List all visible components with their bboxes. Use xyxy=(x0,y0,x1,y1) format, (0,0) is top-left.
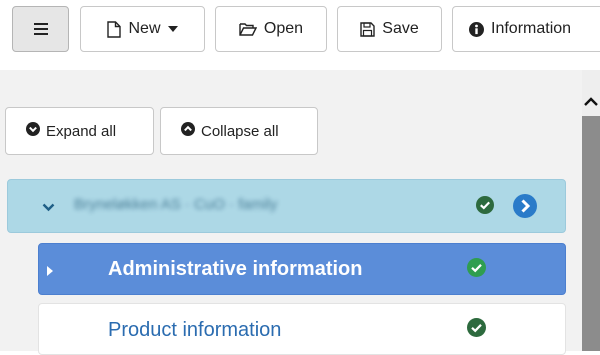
check-circle-icon xyxy=(467,258,486,281)
chevron-circle-down-icon xyxy=(26,122,40,140)
chevron-circle-up-icon xyxy=(181,122,195,140)
tree-root-name: Bryneløkken AS · CuO · family xyxy=(74,196,278,213)
collapse-all-button[interactable]: Collapse all xyxy=(160,107,318,155)
scrollbar-thumb[interactable] xyxy=(582,116,600,351)
tree-item-product-information[interactable]: Product information xyxy=(38,303,566,355)
new-button[interactable]: New xyxy=(80,6,205,52)
save-button[interactable]: Save xyxy=(337,6,442,52)
check-circle-icon xyxy=(467,318,486,341)
chevron-circle-right-icon[interactable] xyxy=(513,194,537,222)
chevron-down-icon[interactable] xyxy=(42,199,55,216)
new-button-label: New xyxy=(128,20,161,37)
open-button-label: Open xyxy=(263,20,304,37)
information-button[interactable]: Information xyxy=(452,6,600,52)
folder-open-icon xyxy=(239,22,257,36)
toolbar: New Open Save Information xyxy=(0,0,600,70)
caret-down-icon xyxy=(167,26,178,32)
information-button-label: Information xyxy=(491,20,572,37)
caret-right-icon[interactable] xyxy=(47,263,53,280)
info-circle-icon xyxy=(469,21,484,37)
tree-item-administrative-information[interactable]: Administrative information xyxy=(38,243,566,295)
check-circle-icon xyxy=(476,196,494,218)
tree-item-label[interactable]: Product information xyxy=(108,319,281,342)
menu-button[interactable] xyxy=(12,6,69,52)
hamburger-icon xyxy=(33,23,48,35)
tree-item-label: Administrative information xyxy=(108,258,363,280)
vertical-scrollbar[interactable] xyxy=(582,70,600,351)
open-button[interactable]: Open xyxy=(215,6,327,52)
scroll-up-arrow-icon[interactable] xyxy=(582,88,600,114)
collapse-all-label: Collapse all xyxy=(201,122,279,140)
tree-root-node[interactable]: Bryneløkken AS · CuO · family xyxy=(7,179,566,233)
expand-all-label: Expand all xyxy=(46,122,117,140)
save-button-label: Save xyxy=(382,20,419,37)
file-icon xyxy=(107,20,122,38)
floppy-disk-icon xyxy=(360,21,375,37)
expand-all-button[interactable]: Expand all xyxy=(5,107,154,155)
